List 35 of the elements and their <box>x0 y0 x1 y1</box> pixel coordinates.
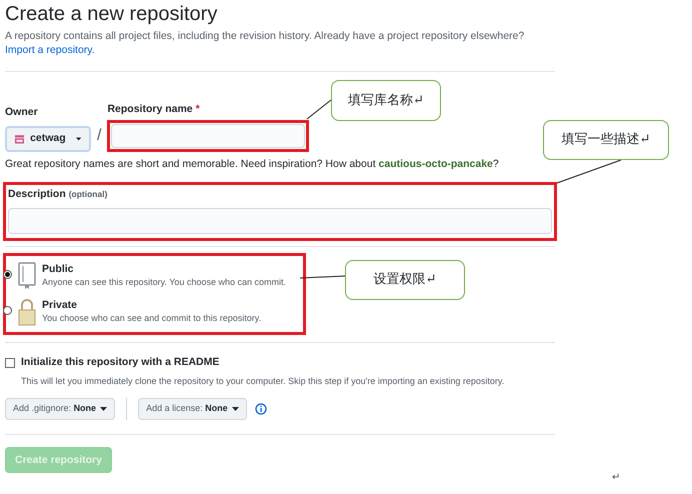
gitignore-dropdown[interactable]: Add .gitignore: None <box>5 398 116 420</box>
visibility-description: Anyone can see this repository. You choose who can commit. <box>42 276 286 288</box>
caret-icon <box>76 136 81 141</box>
owner-label: Owner <box>5 105 39 120</box>
caret-icon <box>100 406 108 410</box>
readme-label: Initialize this repository with a README <box>21 355 220 370</box>
license-dropdown[interactable]: Add a license: None <box>138 398 247 420</box>
visibility-label: Private <box>42 298 78 312</box>
readme-checkbox[interactable] <box>5 358 15 368</box>
owner-dropdown[interactable]: cetwag <box>5 126 91 152</box>
caret-icon <box>232 406 239 410</box>
radio-button[interactable] <box>3 270 12 280</box>
description-field[interactable] <box>8 208 552 234</box>
slash: / <box>97 126 102 146</box>
callout: 填写库名称↵ <box>331 80 441 121</box>
page-title: Create a new repository <box>5 2 218 26</box>
readme-description: This will let you immediately clone the repository to your computer. Skip this step if you're importing an existing repository. <box>21 375 506 388</box>
import-link[interactable]: Import a repository. <box>5 43 555 57</box>
book-icon <box>18 262 36 290</box>
description-label: Description (optional) <box>8 186 108 202</box>
repo-name-label: Repository name * <box>107 102 201 117</box>
leader-line <box>556 159 622 184</box>
avatar-icon <box>15 132 24 145</box>
callout: 设置权限↵ <box>345 260 465 300</box>
callout: 填写一些描述↵ <box>543 120 669 160</box>
lock-icon <box>18 298 36 326</box>
visibility-label: Public <box>42 262 75 276</box>
page-description: A repository contains all project files, including the revision history. Already have a project repository elsewhere? <box>5 29 526 43</box>
leader-line <box>300 275 346 279</box>
name-hint: Great repository names are short and memorable. Need inspiration? How about cautious-octo-pancake? <box>5 156 500 172</box>
visibility-description: You choose who can see and commit to this repository. <box>42 312 262 324</box>
info-icon[interactable] <box>254 402 267 414</box>
radio-button[interactable] <box>3 306 12 316</box>
leader-line <box>306 99 332 120</box>
paragraph-mark: ↵ <box>612 471 620 485</box>
